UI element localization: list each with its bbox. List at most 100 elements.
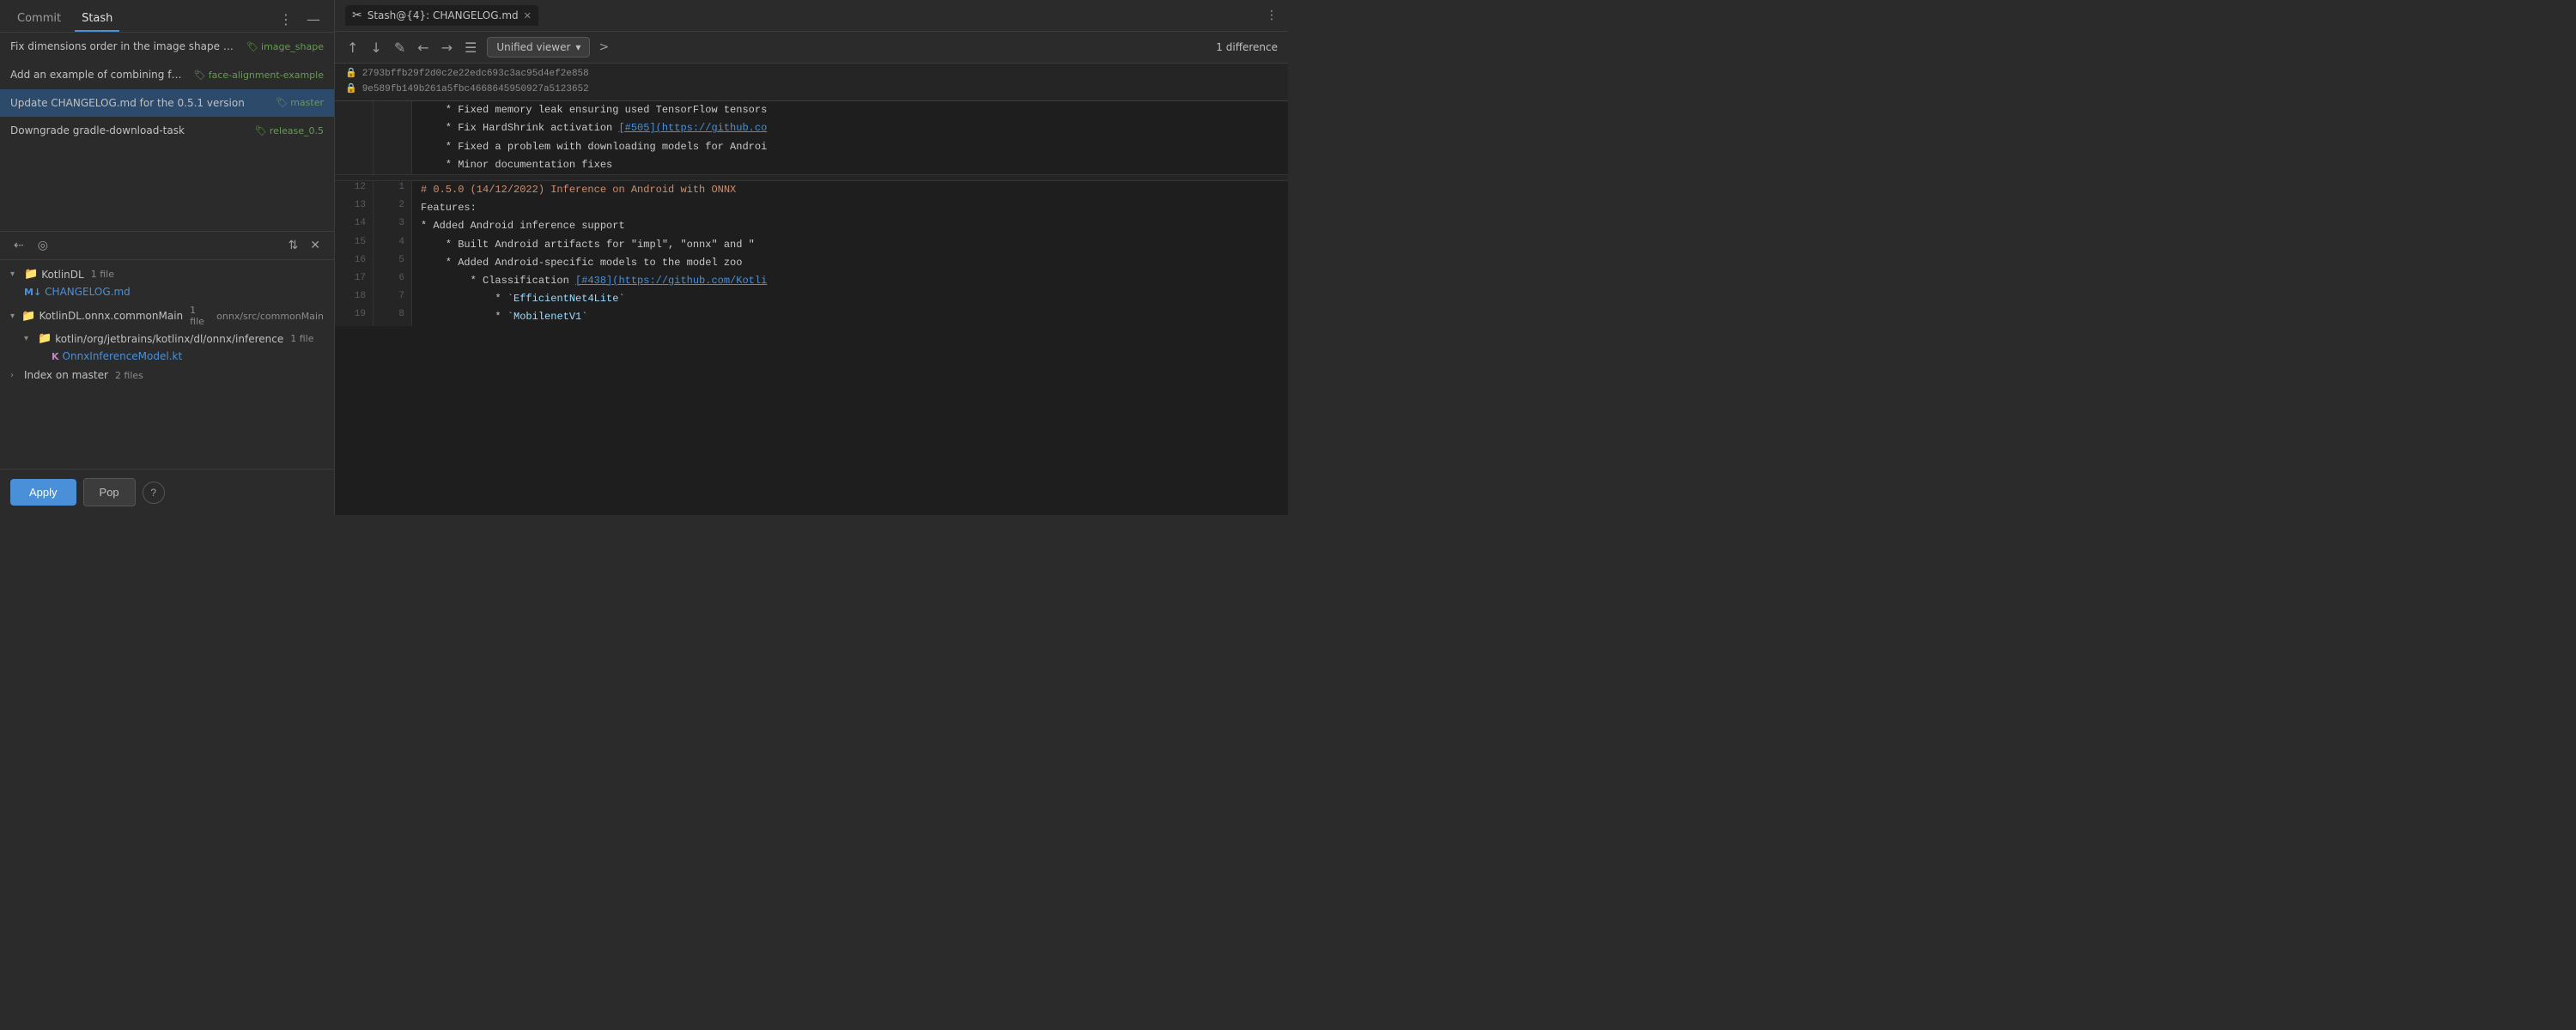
line-num-old: 18	[335, 290, 374, 308]
commit-item[interactable]: Add an example of combining face detecti…	[0, 61, 334, 89]
right-arrow-icon[interactable]: →	[440, 38, 454, 58]
diff-line: * Fixed a problem with downloading model…	[335, 138, 1288, 156]
chevron-right-icon: ›	[10, 371, 21, 380]
diff-toolbar: ↑ ↓ ✎ ← → ☰ Unified viewer ▾ > 1 differe…	[335, 32, 1288, 64]
line-num-new: 2	[374, 199, 412, 217]
diff-line: * Fixed memory leak ensuring used Tensor…	[335, 101, 1288, 119]
tag-icon: 🏷	[246, 40, 258, 53]
line-num-old	[335, 156, 374, 174]
push-icon[interactable]: ⇠	[10, 235, 27, 256]
hash-info: 🔒 2793bffb29f2d0c2e22edc693c3ac95d4ef2e8…	[335, 64, 1288, 101]
diff-line: 15 4 * Built Android artifacts for "impl…	[335, 236, 1288, 254]
diff-line: 18 7 * `EfficientNet4Lite`	[335, 290, 1288, 308]
diff-line: 14 3 * Added Android inference support	[335, 217, 1288, 235]
left-arrow-icon[interactable]: ←	[416, 38, 430, 58]
document-icon[interactable]: ☰	[463, 38, 478, 58]
file-count: 1 file	[290, 333, 313, 344]
subfolder-label: kotlin/org/jetbrains/kotlinx/dl/onnx/inf…	[55, 333, 283, 345]
line-content: * Fixed a problem with downloading model…	[412, 138, 1288, 156]
tree-group-header[interactable]: ▾ 📁 KotlinDL.onnx.commonMain 1 file onnx…	[0, 302, 334, 330]
toolbar-right: ⇅ ✕	[285, 235, 324, 256]
line-num-new: 4	[374, 236, 412, 254]
line-content: Features:	[412, 199, 1288, 217]
diff-line: * Fix HardShrink activation [#505](https…	[335, 119, 1288, 137]
line-num-new	[374, 138, 412, 156]
viewer-select[interactable]: Unified viewer ▾	[487, 37, 590, 58]
commit-badge: 🏷 image_shape	[246, 40, 324, 53]
right-tab[interactable]: ✂ Stash@{4}: CHANGELOG.md ✕	[345, 5, 538, 26]
tree-subfolder[interactable]: ▾ 📁 kotlin/org/jetbrains/kotlinx/dl/onnx…	[0, 330, 334, 348]
apply-button[interactable]: Apply	[10, 479, 76, 506]
close-tab-button[interactable]: ✕	[524, 10, 532, 21]
diff-line: 19 8 * `MobilenetV1`	[335, 308, 1288, 326]
tab-commit[interactable]: Commit	[10, 7, 68, 32]
close-icon[interactable]: ✕	[307, 235, 324, 256]
pencil-icon[interactable]: ✎	[392, 38, 407, 58]
chevron-down-icon: ▾	[575, 41, 580, 53]
tree-group-header[interactable]: › Index on master 2 files	[0, 367, 334, 384]
line-num-new: 6	[374, 272, 412, 290]
minimize-icon[interactable]: —	[303, 9, 324, 29]
tag-icon: 🏷	[255, 124, 267, 137]
commit-text: Fix dimensions order in the image shape …	[10, 39, 240, 54]
right-header: ✂ Stash@{4}: CHANGELOG.md ✕ ⋮	[335, 0, 1288, 32]
tree-file-changelog[interactable]: M↓ CHANGELOG.md	[0, 283, 334, 300]
right-header-more[interactable]: ⋮	[1266, 9, 1278, 22]
up-arrow-icon[interactable]: ↑	[345, 38, 360, 58]
commit-text: Update CHANGELOG.md for the 0.5.1 versio…	[10, 96, 269, 111]
line-num-old: 16	[335, 254, 374, 272]
line-num-new	[374, 119, 412, 137]
diff-line: 12 1 # 0.5.0 (14/12/2022) Inference on A…	[335, 181, 1288, 199]
down-arrow-icon[interactable]: ↓	[368, 38, 383, 58]
line-num-new: 8	[374, 308, 412, 326]
diff-count: 1 difference	[1216, 41, 1278, 53]
divider-toolbar: ⇠ ◎ ⇅ ✕	[0, 231, 334, 260]
diff-line: 16 5 * Added Android-specific models to …	[335, 254, 1288, 272]
line-num-new: 7	[374, 290, 412, 308]
line-content: * `MobilenetV1`	[412, 308, 1288, 326]
tree-file-onnx[interactable]: K OnnxInferenceModel.kt	[0, 348, 334, 365]
sort-icon[interactable]: ⇅	[285, 235, 302, 256]
line-num-old: 14	[335, 217, 374, 235]
commit-item[interactable]: Fix dimensions order in the image shape …	[0, 33, 334, 61]
file-tree: ▾ 📁 KotlinDL 1 file M↓ CHANGELOG.md ▾ 📁 …	[0, 260, 334, 469]
pop-button[interactable]: Pop	[83, 478, 136, 506]
line-num-new: 3	[374, 217, 412, 235]
hash-line-1: 🔒 2793bffb29f2d0c2e22edc693c3ac95d4ef2e8…	[345, 67, 1278, 82]
tree-group-kotlindl: ▾ 📁 KotlinDL 1 file M↓ CHANGELOG.md	[0, 265, 334, 300]
line-num-new	[374, 101, 412, 119]
left-panel: Commit Stash ⋮ — Fix dimensions order in…	[0, 0, 335, 515]
tree-group-header[interactable]: ▾ 📁 KotlinDL 1 file	[0, 265, 334, 283]
chevron-down-icon: ▾	[10, 312, 18, 321]
expand-icon[interactable]: >	[598, 40, 609, 54]
commit-item-selected[interactable]: Update CHANGELOG.md for the 0.5.1 versio…	[0, 89, 334, 118]
hash-line-2: 🔒 9e589fb149b261a5fbc4668645950927a51236…	[345, 82, 1278, 98]
line-num-old	[335, 119, 374, 137]
module-label: KotlinDL.onnx.commonMain	[39, 310, 183, 322]
viewer-label: Unified viewer	[496, 41, 570, 53]
module-label: Index on master	[24, 369, 108, 381]
stash-icon: ✂	[352, 9, 362, 22]
tree-group-index: › Index on master 2 files	[0, 367, 334, 384]
commit-item[interactable]: Downgrade gradle-download-task 🏷 release…	[0, 117, 334, 145]
chevron-down-icon: ▾	[24, 334, 34, 343]
tab-label: Stash@{4}: CHANGELOG.md	[368, 9, 519, 21]
folder-icon: 📁	[21, 310, 35, 323]
tag-icon: 🏷	[194, 69, 206, 82]
lock-icon: 🔒	[345, 82, 357, 98]
eye-icon[interactable]: ◎	[34, 235, 52, 256]
line-content: * Added Android-specific models to the m…	[412, 254, 1288, 272]
diff-separator	[335, 174, 1288, 181]
more-icon[interactable]: ⋮	[276, 9, 296, 29]
help-button[interactable]: ?	[143, 482, 165, 504]
folder-icon: 📁	[24, 268, 38, 281]
commit-badge: 🏷 master	[276, 96, 324, 109]
line-num-new: 1	[374, 181, 412, 199]
bottom-bar: Apply Pop ?	[0, 469, 334, 515]
markdown-icon: M↓	[24, 287, 41, 298]
file-count: 1 file	[190, 305, 208, 327]
line-num-new: 5	[374, 254, 412, 272]
module-label: KotlinDL	[41, 269, 84, 281]
tab-stash[interactable]: Stash	[75, 7, 119, 32]
line-num-old: 15	[335, 236, 374, 254]
